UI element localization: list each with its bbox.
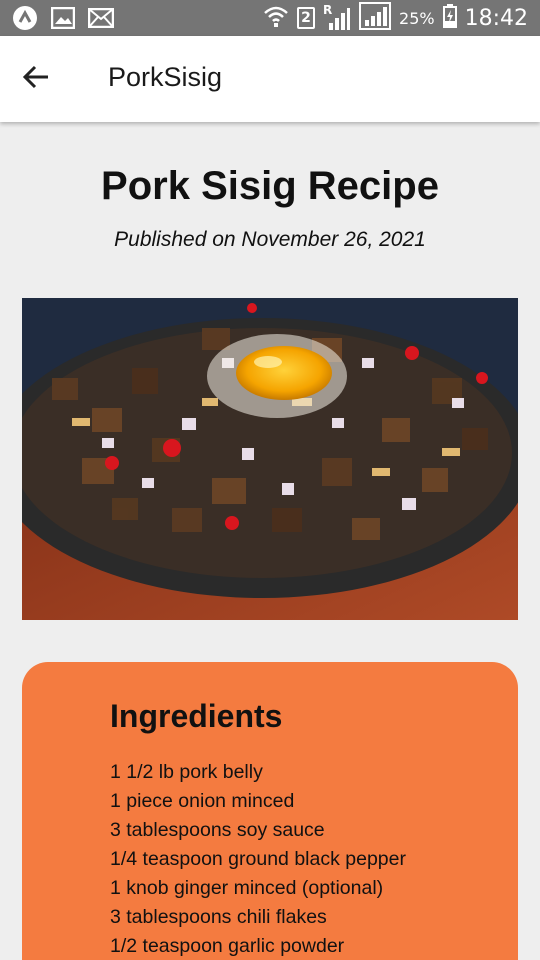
list-item: 3 tablespoons soy sauce bbox=[110, 819, 325, 841]
published-date: Published on November 26, 2021 bbox=[114, 228, 426, 251]
list-item: 1 piece onion minced bbox=[110, 790, 295, 812]
mail-icon bbox=[88, 5, 114, 31]
back-button[interactable] bbox=[16, 59, 56, 99]
ingredients-list: 1 1/2 lb pork belly 1 piece onion minced… bbox=[110, 758, 406, 960]
signal-icon bbox=[359, 2, 392, 34]
list-item: 3 tablespoons chili flakes bbox=[110, 906, 327, 928]
ingredients-heading: Ingredients bbox=[110, 698, 283, 734]
list-item: 1 knob ginger minced (optional) bbox=[110, 877, 384, 899]
sim-icon: 2 bbox=[297, 7, 316, 29]
signal-icon: R bbox=[323, 3, 351, 31]
recipe-photo bbox=[22, 298, 518, 620]
clock: 18:42 bbox=[464, 5, 528, 31]
battery-icon bbox=[442, 4, 457, 32]
wifi-icon bbox=[263, 4, 289, 32]
battery-percent: 25% bbox=[399, 8, 435, 28]
app-title: PorkSisig bbox=[108, 62, 223, 92]
gallery-icon bbox=[50, 5, 76, 31]
recipe-content[interactable]: Pork Sisig Recipe Published on November … bbox=[0, 122, 540, 960]
notification-icons bbox=[12, 5, 114, 31]
status-bar: 2 R 25% 18:42 bbox=[0, 0, 540, 36]
list-item: 1/4 teaspoon ground black pepper bbox=[110, 848, 406, 870]
recipe-title: Pork Sisig Recipe bbox=[101, 164, 439, 208]
system-icons: 2 R 25% 18:42 bbox=[263, 2, 528, 34]
arrow-left-icon bbox=[22, 65, 50, 94]
ingredients-card: Ingredients 1 1/2 lb pork belly 1 piece … bbox=[22, 662, 518, 960]
list-item: 1 1/2 lb pork belly bbox=[110, 761, 263, 783]
list-item: 1/2 teaspoon garlic powder bbox=[110, 935, 345, 957]
app-bar: PorkSisig bbox=[0, 36, 540, 122]
app-icon bbox=[12, 5, 38, 31]
